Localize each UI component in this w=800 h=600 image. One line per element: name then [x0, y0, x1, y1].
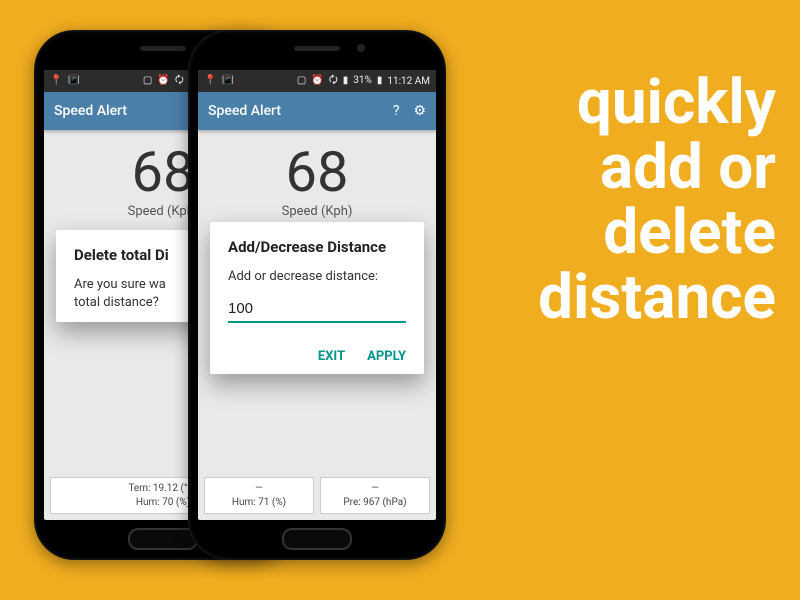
vibrate-icon: 📳: [221, 76, 233, 86]
add-decrease-distance-dialog: Add/Decrease Distance Add or decrease di…: [210, 222, 424, 374]
tile-line: Hum: 71 (%): [209, 496, 309, 510]
cast-icon: ▢: [143, 76, 152, 86]
clock: 11:12 AM: [387, 76, 430, 87]
info-tiles: — Hum: 71 (%) — Pre: 967 (hPa): [204, 477, 430, 514]
location-icon: 📍: [204, 76, 216, 86]
apply-button[interactable]: APPLY: [367, 349, 406, 364]
screen-front: 📍 📳 ▢ ⏰ 🗘 ▮ 31% ▮ 11:12 AM Speed Alert ?…: [198, 70, 436, 520]
home-button[interactable]: [282, 528, 352, 550]
home-button[interactable]: [128, 528, 198, 550]
app-bar: Speed Alert ? ⚙: [198, 92, 436, 130]
location-icon: 📍: [50, 76, 62, 86]
settings-icon[interactable]: ⚙: [413, 103, 426, 119]
speed-panel: 68 Speed (Kph): [198, 130, 436, 225]
cast-icon: ▢: [297, 76, 306, 86]
signal-icon: ▮: [343, 76, 349, 86]
app-title: Speed Alert: [208, 103, 281, 119]
sync-icon: 🗘: [329, 76, 338, 86]
alarm-icon: ⏰: [157, 76, 169, 86]
battery-icon: ▮: [377, 76, 383, 86]
tile-line: —: [209, 482, 309, 496]
exit-button[interactable]: EXIT: [318, 349, 345, 364]
app-title: Speed Alert: [54, 103, 127, 119]
phone-mockup-front: 📍 📳 ▢ ⏰ 🗘 ▮ 31% ▮ 11:12 AM Speed Alert ?…: [188, 30, 446, 560]
help-icon[interactable]: ?: [393, 103, 400, 119]
tile-line: Pre: 967 (hPa): [325, 496, 425, 510]
env-tile-pressure: — Pre: 967 (hPa): [320, 477, 430, 514]
env-tile-humidity: — Hum: 71 (%): [204, 477, 314, 514]
tile-line: —: [325, 482, 425, 496]
marketing-headline: quickly add or delete distance: [486, 70, 776, 330]
vibrate-icon: 📳: [67, 76, 79, 86]
speed-value: 68: [198, 144, 436, 200]
distance-input[interactable]: [228, 296, 406, 323]
alarm-icon: ⏰: [311, 76, 323, 86]
speed-label: Speed (Kph): [198, 204, 436, 219]
dialog-title: Add/Decrease Distance: [228, 238, 406, 256]
battery-text: 31%: [353, 76, 372, 86]
status-bar: 📍 📳 ▢ ⏰ 🗘 ▮ 31% ▮ 11:12 AM: [198, 70, 436, 92]
dialog-body: Add or decrease distance:: [228, 268, 406, 286]
sync-icon: 🗘: [175, 76, 184, 86]
